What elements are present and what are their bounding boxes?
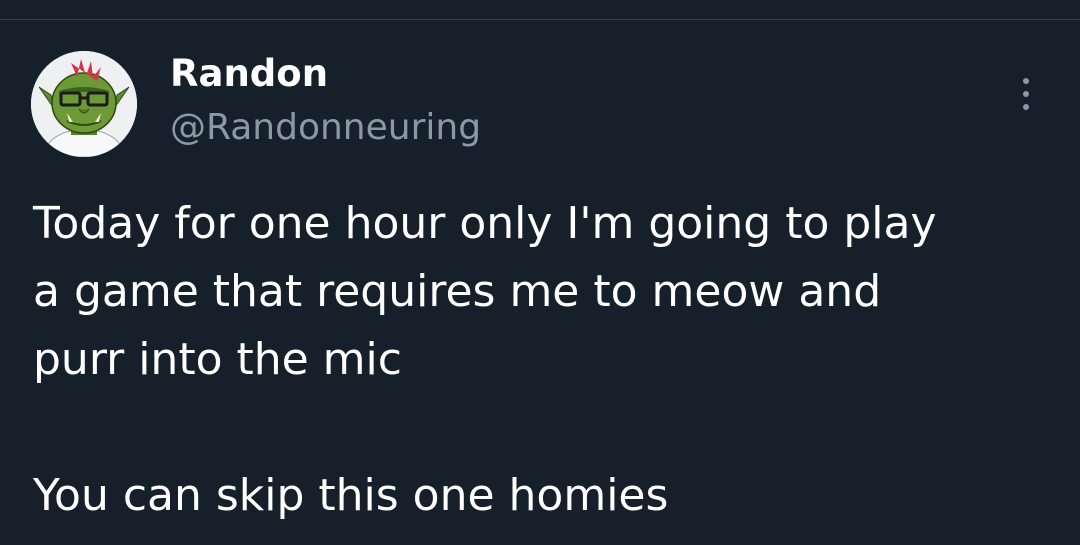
tweet-text-line: You can skip this one homies [33, 470, 669, 521]
more-options-icon[interactable] [1006, 72, 1046, 116]
tweet-text-line: a game that requires me to meow and [33, 266, 882, 317]
more-dot [1023, 78, 1029, 84]
author-display-name[interactable]: Randon [170, 52, 328, 96]
author-handle[interactable]: @Randonneuring [170, 105, 481, 151]
author-avatar[interactable] [31, 51, 137, 157]
more-dot [1023, 91, 1029, 97]
more-dot [1023, 104, 1029, 110]
tweet-text-line: Today for one hour only I'm going to pla… [33, 198, 937, 249]
tweet-page: Randon @Randonneuring Today for one hour… [0, 0, 1080, 545]
orc-avatar-icon [31, 51, 137, 157]
tweet-text-line: purr into the mic [33, 334, 402, 385]
tweet-text: Today for one hour only I'm going to pla… [33, 190, 1053, 530]
top-divider [0, 19, 1080, 20]
